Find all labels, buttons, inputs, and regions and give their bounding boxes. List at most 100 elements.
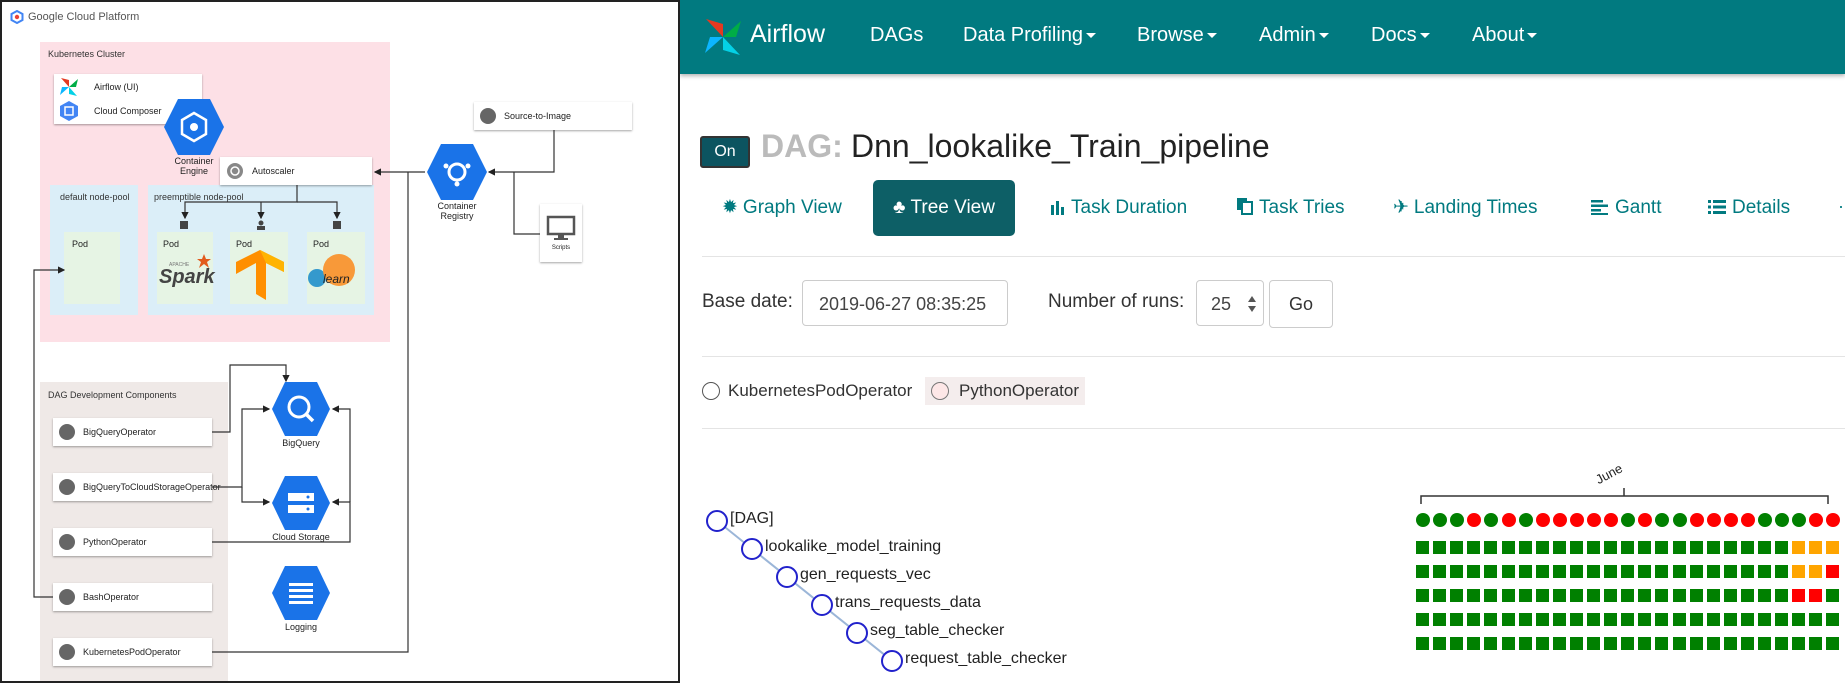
task-instance-square[interactable] — [1552, 589, 1566, 602]
task-instance-square[interactable] — [1604, 541, 1618, 554]
task-instance-square[interactable] — [1484, 637, 1498, 650]
dag-run-circle[interactable] — [1775, 513, 1790, 527]
task-instance-square[interactable] — [1689, 541, 1703, 554]
task-instance-square[interactable] — [1467, 541, 1481, 554]
task-instance-square[interactable] — [1433, 541, 1447, 554]
task-instance-square[interactable] — [1484, 541, 1498, 554]
task-instance-square[interactable] — [1809, 589, 1823, 602]
task-instance-square[interactable] — [1672, 565, 1686, 578]
task-instance-square[interactable] — [1518, 589, 1532, 602]
dag-run-circle[interactable] — [1655, 513, 1670, 527]
task-instance-square[interactable] — [1484, 565, 1498, 578]
task-instance-square[interactable] — [1655, 589, 1669, 602]
dag-run-circle[interactable] — [1467, 513, 1482, 527]
dag-run-circle[interactable] — [1535, 513, 1550, 527]
task-instance-square[interactable] — [1621, 613, 1635, 626]
task-instance-square[interactable] — [1706, 565, 1720, 578]
task-instance-square[interactable] — [1433, 565, 1447, 578]
task-label[interactable]: request_table_checker — [905, 650, 1067, 668]
task-instance-square[interactable] — [1723, 541, 1737, 554]
task-instance-square[interactable] — [1552, 613, 1566, 626]
dag-run-circle[interactable] — [1569, 513, 1584, 527]
task-instance-square[interactable] — [1826, 589, 1840, 602]
task-instance-square[interactable] — [1467, 589, 1481, 602]
task-instance-square[interactable] — [1689, 637, 1703, 650]
task-instance-square[interactable] — [1826, 565, 1840, 578]
dag-run-circle[interactable] — [1518, 513, 1533, 527]
task-instance-square[interactable] — [1758, 541, 1771, 554]
task-instance-square[interactable] — [1587, 541, 1600, 554]
task-instance-square[interactable] — [1792, 613, 1806, 626]
dag-run-circle[interactable] — [1672, 513, 1687, 527]
task-instance-square[interactable] — [1775, 541, 1789, 554]
task-instance-square[interactable] — [1569, 541, 1583, 554]
tree-node[interactable] — [776, 566, 798, 588]
task-instance-square[interactable] — [1416, 613, 1429, 626]
dag-run-circle[interactable] — [1792, 513, 1807, 527]
task-instance-square[interactable] — [1809, 637, 1823, 650]
task-instance-square[interactable] — [1689, 565, 1703, 578]
task-instance-square[interactable] — [1587, 637, 1600, 650]
task-instance-square[interactable] — [1484, 589, 1498, 602]
task-instance-square[interactable] — [1569, 589, 1583, 602]
task-instance-square[interactable] — [1775, 637, 1789, 650]
dag-run-circle[interactable] — [1740, 513, 1755, 527]
task-instance-square[interactable] — [1723, 589, 1737, 602]
task-instance-square[interactable] — [1433, 637, 1447, 650]
task-instance-square[interactable] — [1655, 613, 1669, 626]
task-instance-square[interactable] — [1672, 541, 1686, 554]
dag-run-circle[interactable] — [1501, 513, 1516, 527]
task-instance-square[interactable] — [1484, 613, 1498, 626]
task-instance-square[interactable] — [1604, 637, 1618, 650]
task-instance-square[interactable] — [1467, 637, 1481, 650]
task-instance-square[interactable] — [1792, 589, 1806, 602]
task-instance-square[interactable] — [1604, 565, 1618, 578]
task-instance-square[interactable] — [1433, 613, 1447, 626]
task-instance-square[interactable] — [1569, 613, 1583, 626]
task-instance-square[interactable] — [1587, 589, 1600, 602]
task-instance-square[interactable] — [1416, 541, 1429, 554]
dag-run-circle[interactable] — [1552, 513, 1567, 527]
dag-run-circle[interactable] — [1723, 513, 1738, 527]
task-instance-square[interactable] — [1621, 637, 1635, 650]
task-label[interactable]: gen_requests_vec — [800, 566, 931, 584]
task-instance-square[interactable] — [1518, 565, 1532, 578]
dag-run-circle[interactable] — [1587, 513, 1601, 527]
task-instance-square[interactable] — [1758, 637, 1771, 650]
task-instance-square[interactable] — [1467, 613, 1481, 626]
task-instance-square[interactable] — [1450, 637, 1464, 650]
task-instance-square[interactable] — [1501, 637, 1515, 650]
tree-node[interactable] — [706, 510, 728, 532]
dag-run-circle[interactable] — [1809, 513, 1824, 527]
task-instance-square[interactable] — [1689, 589, 1703, 602]
task-instance-square[interactable] — [1723, 637, 1737, 650]
task-instance-square[interactable] — [1655, 541, 1669, 554]
task-instance-square[interactable] — [1638, 565, 1652, 578]
task-instance-square[interactable] — [1552, 637, 1566, 650]
task-instance-square[interactable] — [1450, 613, 1464, 626]
dag-run-circle[interactable] — [1706, 513, 1721, 527]
task-instance-square[interactable] — [1501, 565, 1515, 578]
task-instance-square[interactable] — [1433, 589, 1447, 602]
dag-run-circle[interactable] — [1484, 513, 1499, 527]
task-instance-square[interactable] — [1740, 565, 1754, 578]
task-instance-square[interactable] — [1535, 637, 1549, 650]
task-instance-square[interactable] — [1775, 589, 1789, 602]
task-instance-square[interactable] — [1604, 613, 1618, 626]
dag-run-circle[interactable] — [1621, 513, 1636, 527]
tree-node[interactable] — [846, 622, 868, 644]
task-instance-square[interactable] — [1621, 541, 1635, 554]
task-instance-square[interactable] — [1535, 541, 1549, 554]
dag-run-circle[interactable] — [1689, 513, 1704, 527]
task-instance-square[interactable] — [1809, 565, 1823, 578]
task-instance-square[interactable] — [1416, 637, 1429, 650]
task-instance-square[interactable] — [1587, 565, 1600, 578]
task-instance-square[interactable] — [1604, 589, 1618, 602]
task-instance-square[interactable] — [1740, 541, 1754, 554]
task-instance-square[interactable] — [1416, 589, 1429, 602]
task-instance-square[interactable] — [1723, 565, 1737, 578]
task-instance-square[interactable] — [1535, 565, 1549, 578]
task-instance-square[interactable] — [1501, 541, 1515, 554]
task-instance-square[interactable] — [1672, 637, 1686, 650]
task-instance-square[interactable] — [1792, 565, 1806, 578]
